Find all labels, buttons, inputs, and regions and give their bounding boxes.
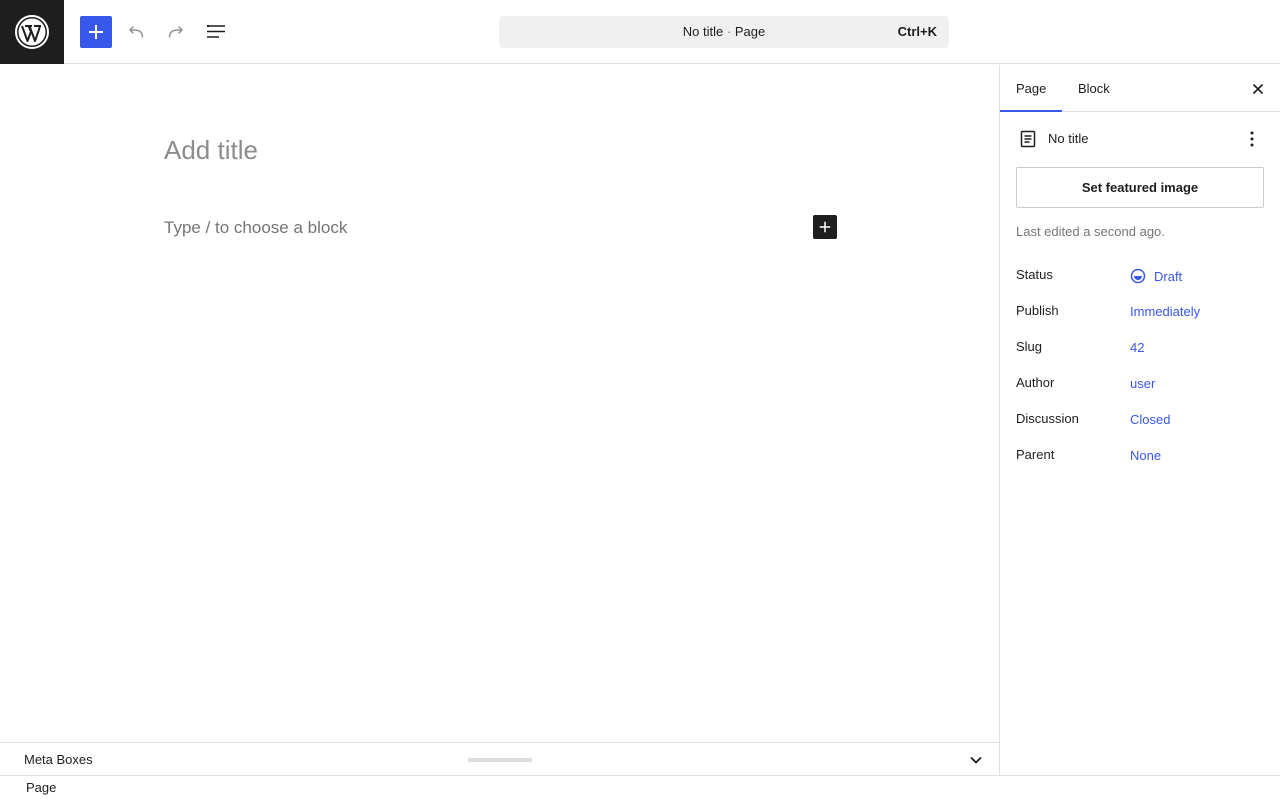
- command-palette-bar[interactable]: No title · Page Ctrl+K: [499, 16, 949, 48]
- property-row-author: Author user: [1016, 369, 1266, 405]
- default-block-appender[interactable]: Type / to choose a block: [164, 218, 347, 238]
- list-view-icon: [207, 25, 225, 38]
- wordpress-logo-icon: [15, 15, 49, 49]
- command-document-type: Page: [734, 24, 766, 39]
- parent-toggle[interactable]: None: [1130, 448, 1161, 463]
- meta-boxes-toggle-button[interactable]: [964, 752, 988, 768]
- command-separator: ·: [726, 24, 732, 39]
- document-actions-button[interactable]: [1240, 127, 1264, 151]
- post-title-input[interactable]: Add title: [164, 135, 258, 166]
- meta-boxes-label[interactable]: Meta Boxes: [24, 743, 93, 777]
- property-row-slug: Slug 42: [1016, 333, 1266, 369]
- redo-icon: [168, 25, 184, 38]
- document-card: No title: [1016, 127, 1266, 151]
- close-icon: [1252, 83, 1264, 95]
- wordpress-logo-button[interactable]: [0, 0, 64, 64]
- property-label: Author: [1016, 375, 1055, 390]
- set-featured-image-button[interactable]: Set featured image: [1016, 167, 1264, 208]
- chevron-down-icon: [970, 756, 982, 764]
- property-label: Status: [1016, 267, 1053, 282]
- author-toggle[interactable]: user: [1130, 376, 1155, 391]
- property-row-status: Status Draft: [1016, 261, 1266, 297]
- publish-date-toggle[interactable]: Immediately: [1130, 304, 1200, 319]
- property-row-discussion: Discussion Closed: [1016, 405, 1266, 441]
- property-label: Parent: [1016, 447, 1055, 462]
- property-row-parent: Parent None: [1016, 441, 1266, 477]
- property-label: Discussion: [1016, 411, 1079, 426]
- undo-button[interactable]: [120, 16, 152, 48]
- document-title-display: No title · Page: [499, 16, 949, 48]
- property-label: Slug: [1016, 339, 1043, 354]
- discussion-toggle[interactable]: Closed: [1130, 412, 1170, 427]
- property-label: Publish: [1016, 303, 1059, 318]
- command-shortcut-hint: Ctrl+K: [897, 24, 937, 39]
- block-breadcrumb[interactable]: Page: [26, 776, 56, 800]
- editor-footer: Page: [0, 775, 1280, 800]
- document-overview-button[interactable]: [200, 16, 232, 48]
- meta-boxes-resize-handle[interactable]: [468, 758, 532, 762]
- page-icon: [1016, 127, 1040, 151]
- property-row-publish: Publish Immediately: [1016, 297, 1266, 333]
- settings-sidebar: Page Block No title Set featured image L…: [999, 65, 1280, 775]
- plus-icon: [89, 25, 103, 39]
- more-vertical-icon: [1250, 131, 1254, 147]
- slug-toggle[interactable]: 42: [1130, 340, 1144, 355]
- document-title: No title: [1048, 131, 1089, 146]
- document-properties: Status Draft Publish Immediately Slug 42…: [1016, 261, 1266, 477]
- editor-canvas: Add title Type / to choose a block: [0, 65, 999, 742]
- command-document-title: No title: [682, 24, 724, 39]
- status-toggle[interactable]: Draft: [1130, 268, 1182, 284]
- close-settings-button[interactable]: [1246, 77, 1270, 101]
- draft-status-icon: [1130, 268, 1146, 284]
- tab-block[interactable]: Block: [1062, 65, 1126, 112]
- undo-icon: [128, 25, 144, 38]
- last-edited-text: Last edited a second ago.: [1016, 224, 1165, 239]
- meta-boxes-panel: Meta Boxes: [0, 742, 999, 776]
- status-value: Draft: [1154, 268, 1183, 284]
- sidebar-tabs: Page Block: [1000, 65, 1280, 112]
- redo-button[interactable]: [160, 16, 192, 48]
- add-block-button[interactable]: [813, 215, 837, 239]
- block-inserter-button[interactable]: [80, 16, 112, 48]
- plus-icon: [819, 221, 831, 233]
- tab-page[interactable]: Page: [1000, 65, 1063, 112]
- editor-header: No title · Page Ctrl+K: [0, 0, 1280, 64]
